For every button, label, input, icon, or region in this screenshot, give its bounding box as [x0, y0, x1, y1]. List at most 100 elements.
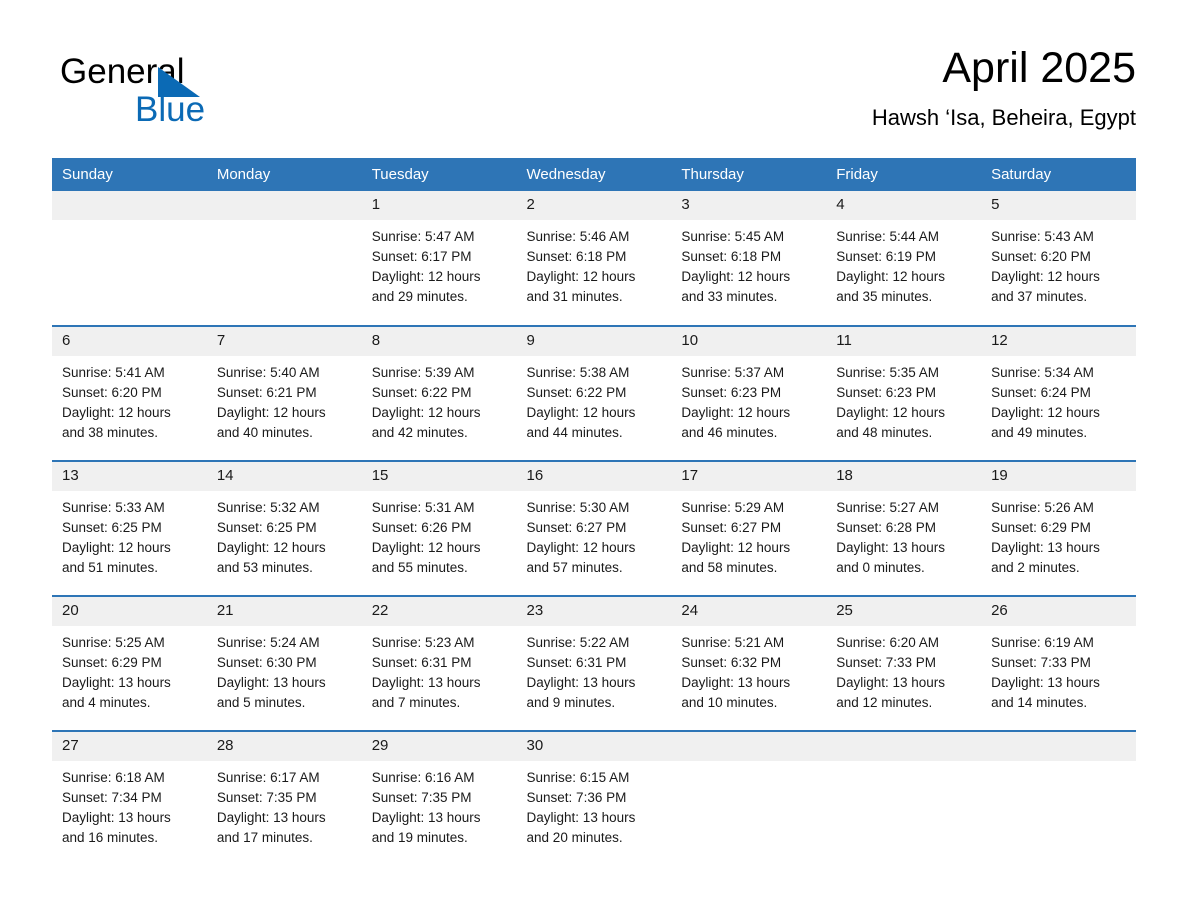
day-number: 1	[361, 191, 517, 220]
calendar-day-cell[interactable]: 14 Sunrise: 5:32 AM Sunset: 6:25 PM Dayligh…	[206, 460, 362, 596]
daylight-text-line2: and 2 minutes.	[991, 560, 1080, 575]
sunset-text: Sunset: 6:22 PM	[371, 385, 472, 400]
calendar-day-cell[interactable]: 9 Sunrise: 5:38 AM Sunset: 6:22 PM Daylight…	[516, 325, 672, 461]
sunrise-text: Sunrise: 5:26 AM	[991, 500, 1094, 515]
calendar-day-cell[interactable]: 13 Sunrise: 5:33 AM Sunset: 6:25 PM Dayligh…	[52, 460, 207, 596]
daylight-text-line2: and 37 minutes.	[991, 289, 1088, 304]
calendar-day-cell[interactable]: 5 Sunrise: 5:43 AM Sunset: 6:20 PM Daylight…	[981, 191, 1136, 326]
day-details: Sunrise: 5:38 AM Sunset: 6:22 PM Daylight:…	[517, 356, 672, 443]
daylight-text-line2: and 9 minutes.	[526, 695, 616, 710]
sunrise-text: Sunrise: 6:16 AM	[371, 770, 475, 785]
calendar-day-cell[interactable]: 6 Sunrise: 5:41 AM Sunset: 6:20 PM Daylight…	[52, 325, 207, 461]
day-details: Sunrise: 5:34 AM Sunset: 6:24 PM Daylight:…	[981, 356, 1136, 443]
calendar-day-cell[interactable]: 12 Sunrise: 5:34 AM Sunset: 6:24 PM Dayligh…	[981, 325, 1136, 461]
sunrise-text: Sunrise: 5:47 AM	[371, 229, 475, 244]
calendar-day-cell[interactable]: 25 Sunrise: 6:20 AM Sunset: 7:33 PM Dayligh…	[826, 595, 982, 731]
sunrise-text: Sunrise: 5:22 AM	[526, 635, 630, 650]
calendar-cell-empty	[52, 191, 207, 326]
day-number: 8	[361, 327, 517, 356]
calendar-day-cell[interactable]: 23 Sunrise: 5:22 AM Sunset: 6:31 PM Dayligh…	[516, 595, 672, 731]
sunrise-text: Sunrise: 5:24 AM	[216, 635, 320, 650]
daylight-text-line1: Daylight: 13 hours	[836, 540, 946, 555]
calendar-day-cell[interactable]: 10 Sunrise: 5:37 AM Sunset: 6:23 PM Dayligh…	[671, 325, 827, 461]
location-subtitle: Hawsh ‘Isa, Beheira, Egypt	[871, 105, 1136, 130]
calendar-day-cell[interactable]: 26 Sunrise: 6:19 AM Sunset: 7:33 PM Dayligh…	[981, 595, 1136, 731]
sunset-text: Sunset: 6:20 PM	[62, 385, 162, 400]
calendar-day-cell[interactable]: 3 Sunrise: 5:45 AM Sunset: 6:18 PM Daylight…	[671, 191, 827, 326]
day-details: Sunrise: 5:24 AM Sunset: 6:30 PM Daylight:…	[207, 626, 362, 713]
calendar-day-cell[interactable]: 8 Sunrise: 5:39 AM Sunset: 6:22 PM Daylight…	[361, 325, 517, 461]
weekday-header-monday: Monday	[206, 158, 362, 191]
sunset-text: Sunset: 6:23 PM	[681, 385, 782, 400]
day-number	[52, 191, 207, 220]
sunset-text: Sunset: 6:31 PM	[371, 655, 472, 670]
calendar-day-cell[interactable]: 7 Sunrise: 5:40 AM Sunset: 6:21 PM Daylight…	[206, 325, 362, 461]
sunrise-text: Sunrise: 5:29 AM	[681, 500, 785, 515]
day-details: Sunrise: 5:43 AM Sunset: 6:20 PM Daylight:…	[981, 220, 1136, 307]
day-number: 16	[516, 462, 672, 491]
calendar-day-cell[interactable]: 28 Sunrise: 6:17 AM Sunset: 7:35 PM Dayligh…	[206, 730, 362, 866]
day-number: 18	[826, 462, 982, 491]
sunset-text: Sunset: 6:24 PM	[991, 385, 1091, 400]
day-details: Sunrise: 6:18 AM Sunset: 7:34 PM Daylight:…	[52, 761, 207, 848]
daylight-text-line2: and 7 minutes.	[371, 695, 461, 710]
daylight-text-line1: Daylight: 12 hours	[371, 540, 481, 555]
sunset-text: Sunset: 6:26 PM	[371, 520, 472, 535]
daylight-text-line1: Daylight: 12 hours	[526, 540, 636, 555]
sunrise-text: Sunrise: 5:30 AM	[526, 500, 630, 515]
daylight-text-line2: and 42 minutes.	[371, 425, 468, 440]
daylight-text-line1: Daylight: 12 hours	[216, 540, 326, 555]
daylight-text-line2: and 49 minutes.	[991, 425, 1088, 440]
day-details: Sunrise: 5:39 AM Sunset: 6:22 PM Daylight:…	[362, 356, 517, 443]
calendar-day-cell[interactable]: 11 Sunrise: 5:35 AM Sunset: 6:23 PM Dayligh…	[826, 325, 982, 461]
calendar-day-cell[interactable]: 18 Sunrise: 5:27 AM Sunset: 6:28 PM Dayligh…	[826, 460, 982, 596]
sunrise-text: Sunrise: 6:19 AM	[991, 635, 1094, 650]
calendar-day-cell[interactable]: 22 Sunrise: 5:23 AM Sunset: 6:31 PM Dayligh…	[361, 595, 517, 731]
daylight-text-line2: and 12 minutes.	[836, 695, 933, 710]
calendar-day-cell[interactable]: 17 Sunrise: 5:29 AM Sunset: 6:27 PM Dayligh…	[671, 460, 827, 596]
day-details: Sunrise: 5:23 AM Sunset: 6:31 PM Daylight:…	[362, 626, 517, 713]
day-details: Sunrise: 6:16 AM Sunset: 7:35 PM Daylight:…	[362, 761, 517, 848]
day-number: 12	[981, 327, 1136, 356]
day-number: 4	[826, 191, 982, 220]
calendar-day-cell[interactable]: 15 Sunrise: 5:31 AM Sunset: 6:26 PM Dayligh…	[361, 460, 517, 596]
calendar-day-cell[interactable]: 19 Sunrise: 5:26 AM Sunset: 6:29 PM Dayligh…	[981, 460, 1136, 596]
day-details: Sunrise: 5:37 AM Sunset: 6:23 PM Daylight:…	[671, 356, 826, 443]
day-details: Sunrise: 5:22 AM Sunset: 6:31 PM Daylight:…	[517, 626, 672, 713]
sunrise-text: Sunrise: 5:39 AM	[371, 365, 475, 380]
calendar-day-cell[interactable]: 16 Sunrise: 5:30 AM Sunset: 6:27 PM Dayligh…	[516, 460, 672, 596]
day-number: 10	[671, 327, 827, 356]
calendar-day-cell[interactable]: 24 Sunrise: 5:21 AM Sunset: 6:32 PM Dayligh…	[671, 595, 827, 731]
calendar-day-cell[interactable]: 21 Sunrise: 5:24 AM Sunset: 6:30 PM Dayligh…	[206, 595, 362, 731]
sunset-text: Sunset: 6:21 PM	[216, 385, 317, 400]
calendar-day-cell[interactable]: 4 Sunrise: 5:44 AM Sunset: 6:19 PM Daylight…	[826, 191, 982, 326]
calendar-week-row: 6 Sunrise: 5:41 AM Sunset: 6:20 PM Daylight…	[52, 325, 1136, 461]
sunrise-text: Sunrise: 6:18 AM	[62, 770, 165, 785]
calendar-day-cell[interactable]: 30 Sunrise: 6:15 AM Sunset: 7:36 PM Dayligh…	[516, 730, 672, 866]
daylight-text-line1: Daylight: 12 hours	[62, 540, 171, 555]
sunrise-text: Sunrise: 5:25 AM	[62, 635, 165, 650]
day-details: Sunrise: 5:47 AM Sunset: 6:17 PM Daylight:…	[362, 220, 517, 307]
daylight-text-line2: and 46 minutes.	[681, 425, 778, 440]
day-number: 27	[52, 732, 207, 761]
daylight-text-line1: Daylight: 12 hours	[62, 405, 171, 420]
daylight-text-line1: Daylight: 12 hours	[681, 540, 791, 555]
daylight-text-line2: and 19 minutes.	[371, 830, 468, 845]
calendar-day-cell[interactable]: 29 Sunrise: 6:16 AM Sunset: 7:35 PM Dayligh…	[361, 730, 517, 866]
calendar-week-row: 27 Sunrise: 6:18 AM Sunset: 7:34 PM Dayligh…	[52, 730, 1136, 866]
sunset-text: Sunset: 6:30 PM	[216, 655, 317, 670]
sunrise-text: Sunrise: 5:23 AM	[371, 635, 475, 650]
sunrise-text: Sunrise: 6:20 AM	[836, 635, 940, 650]
day-number: 6	[52, 327, 207, 356]
page-header: General Blue April 2025 Hawsh ‘Isa, Behe…	[52, 40, 1136, 150]
day-number: 13	[52, 462, 207, 491]
calendar-day-cell[interactable]: 20 Sunrise: 5:25 AM Sunset: 6:29 PM Dayligh…	[52, 595, 207, 731]
daylight-text-line1: Daylight: 12 hours	[991, 269, 1100, 284]
daylight-text-line2: and 53 minutes.	[216, 560, 313, 575]
calendar-day-cell[interactable]: 1 Sunrise: 5:47 AM Sunset: 6:17 PM Daylight…	[361, 191, 517, 326]
calendar-day-cell[interactable]: 2 Sunrise: 5:46 AM Sunset: 6:18 PM Daylight…	[516, 191, 672, 326]
calendar-day-cell[interactable]: 27 Sunrise: 6:18 AM Sunset: 7:34 PM Dayligh…	[52, 730, 207, 866]
day-number: 21	[206, 597, 362, 626]
day-number: 22	[361, 597, 517, 626]
day-number: 15	[361, 462, 517, 491]
